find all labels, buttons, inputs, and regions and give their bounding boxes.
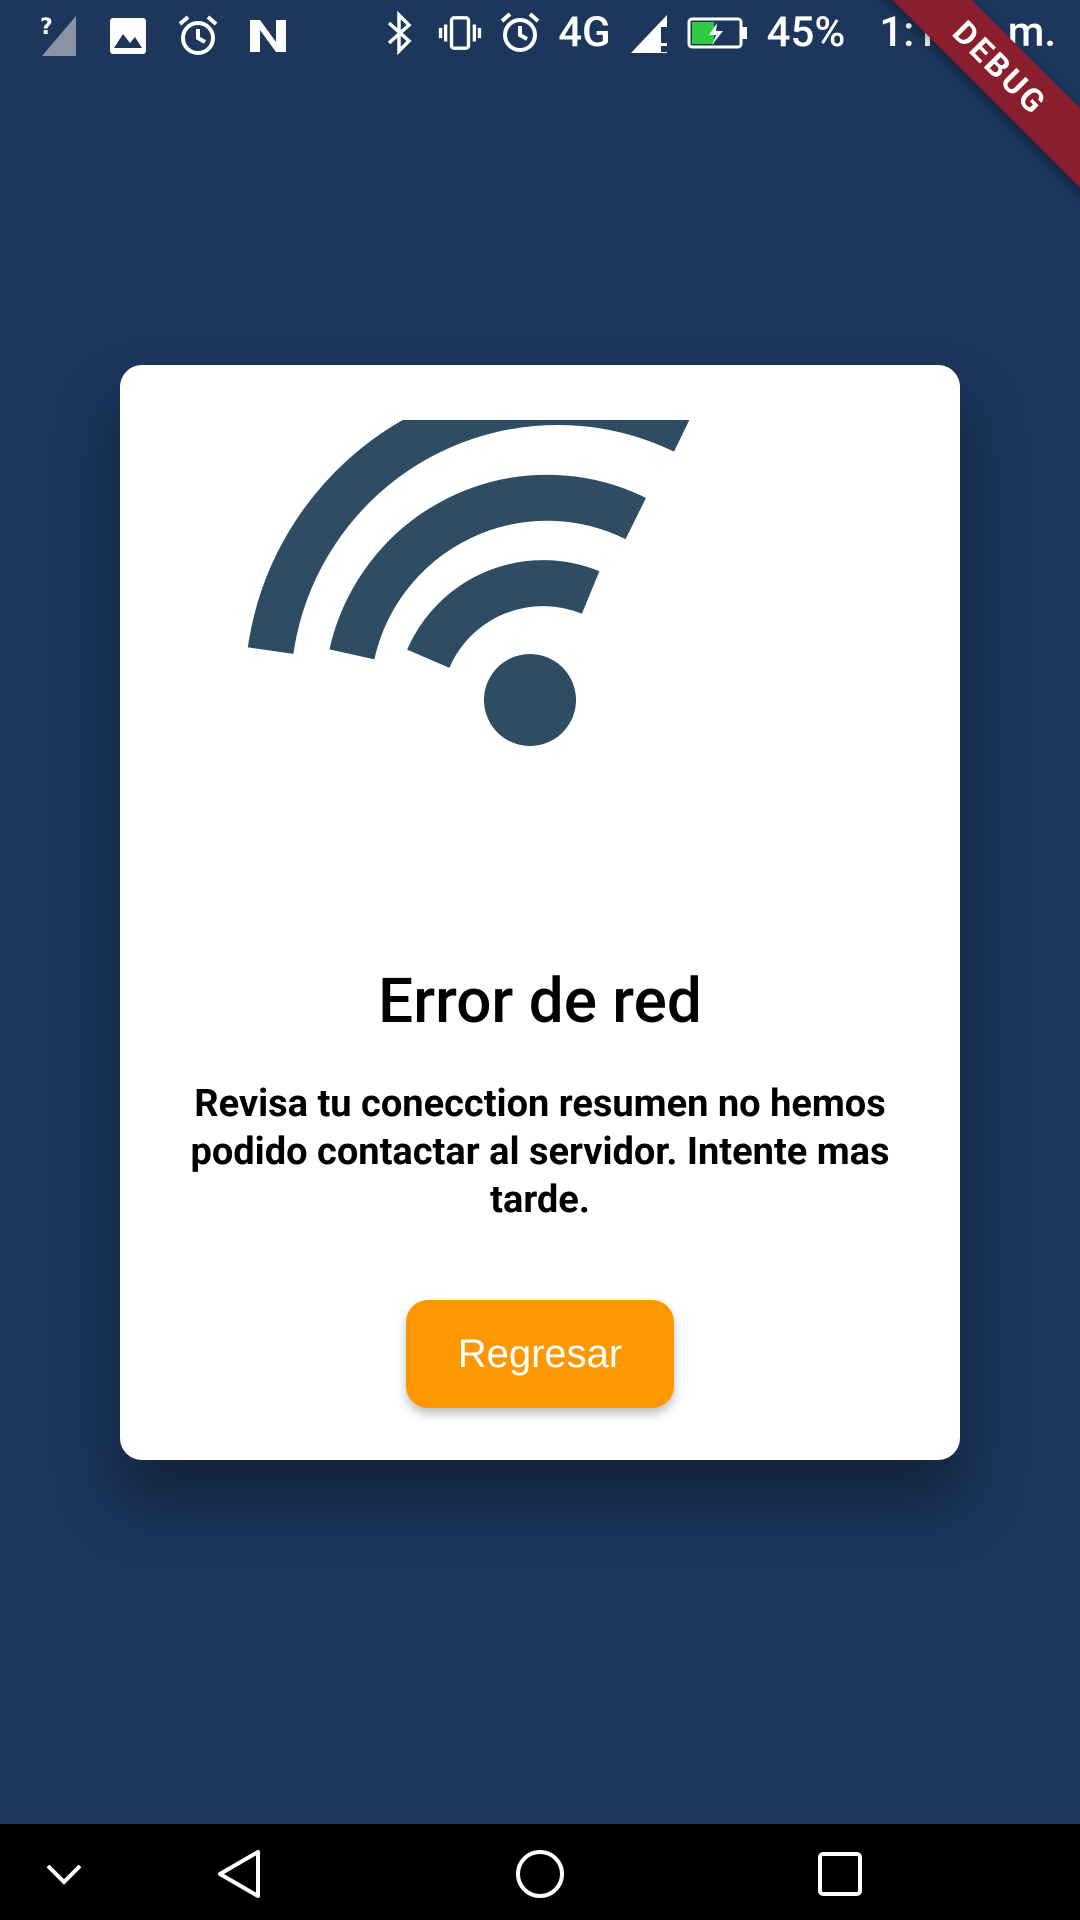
error-title: Error de red <box>378 965 702 1038</box>
network-type: 4G <box>558 8 611 57</box>
vibrate-icon <box>438 9 482 57</box>
n-app-icon <box>246 12 290 60</box>
error-message: Revisa tu conecction resumen no hemos po… <box>190 1082 890 1222</box>
alarm-icon <box>176 12 220 60</box>
image-icon <box>106 12 150 60</box>
status-bar-left: ? <box>36 12 290 60</box>
battery-percent: 45% <box>766 8 846 57</box>
navigation-bar <box>0 1824 1080 1920</box>
svg-text:?: ? <box>40 15 53 40</box>
wifi-icon <box>230 378 830 800</box>
signal-unknown-icon: ? <box>36 12 80 60</box>
network-error-dialog: Error de red Revisa tu conecction resume… <box>120 365 960 1460</box>
back-button[interactable]: Regresar <box>406 1300 674 1408</box>
home-icon[interactable] <box>508 1842 572 1906</box>
signal-4g-icon <box>627 9 671 57</box>
collapse-icon[interactable] <box>32 1842 96 1906</box>
battery-charging-icon <box>687 9 749 57</box>
alarm-icon <box>498 9 542 57</box>
recents-icon[interactable] <box>808 1842 872 1906</box>
bluetooth-icon <box>378 9 422 57</box>
back-icon[interactable] <box>208 1842 272 1906</box>
